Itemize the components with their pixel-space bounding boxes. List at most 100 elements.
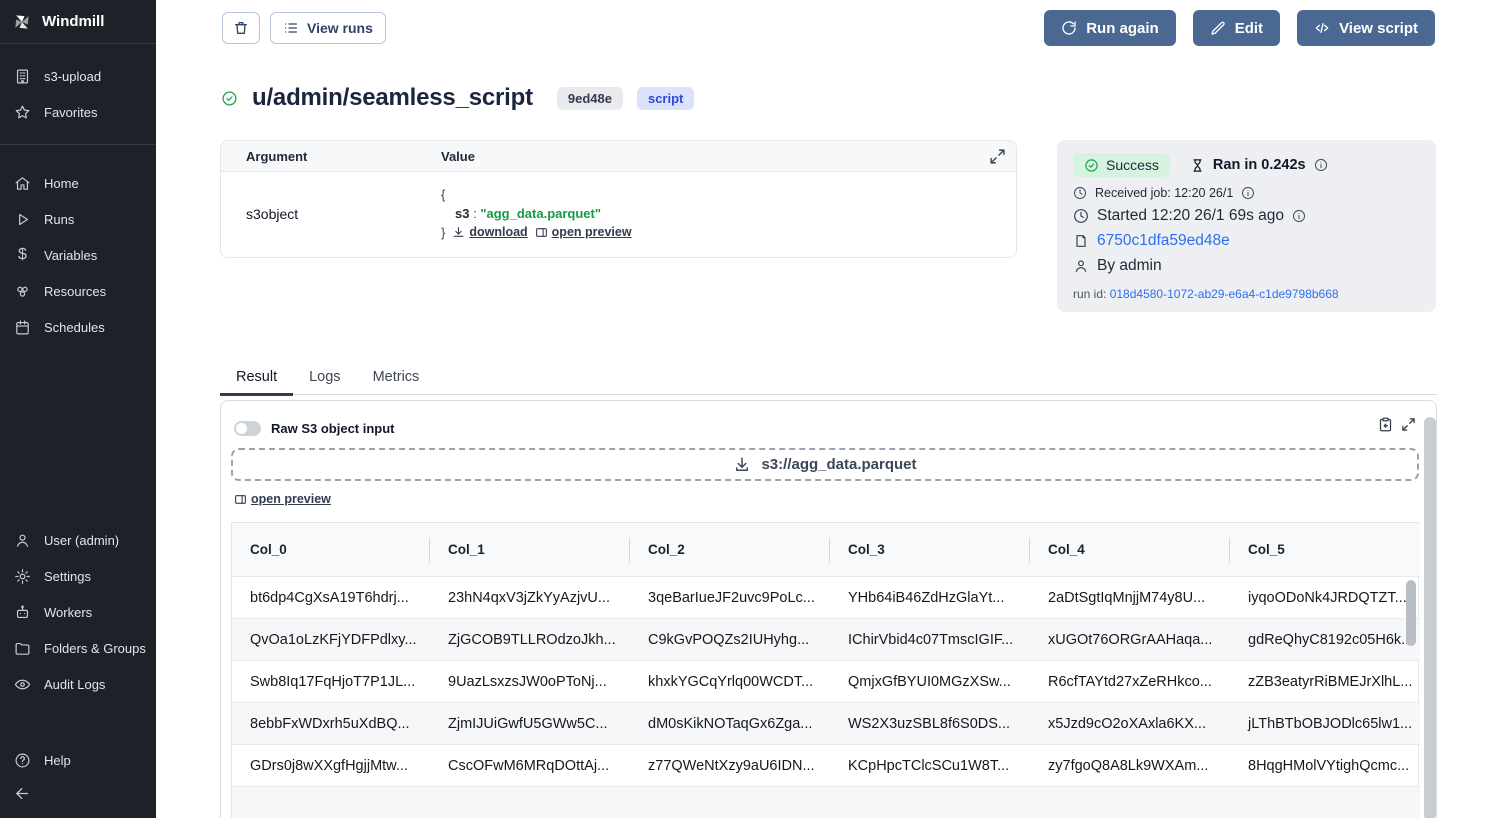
open-preview-link[interactable]: open preview [535,223,632,242]
sidebar-item-schedules[interactable]: Schedules [0,309,156,345]
table-cell: khxkYGCqYrlq00WCDT... [630,661,830,703]
sidebar-item-favorites[interactable]: Favorites [0,94,156,130]
sidebar-item-label: Variables [44,248,97,263]
app-name: Windmill [42,13,104,30]
edit-button[interactable]: Edit [1193,10,1280,46]
sidebar-item-settings[interactable]: Settings [0,558,156,594]
argument-column-header: Argument [221,149,441,164]
table-cell [232,787,430,818]
sidebar-item-label: Runs [44,212,74,227]
app-logo[interactable]: Windmill [0,0,156,44]
json-open-brace: { [441,185,632,204]
panel-preview-icon [234,493,247,506]
copy-clipboard-icon[interactable] [1378,417,1393,432]
sidebar-item-s3-upload[interactable]: s3-upload [0,58,156,94]
expand-arguments-button[interactable] [989,148,1006,165]
home-icon [14,175,31,192]
view-script-button[interactable]: View script [1297,10,1435,46]
sidebar-item-folders-groups[interactable]: Folders & Groups [0,630,156,666]
argument-name: s3object [221,206,441,222]
maximize-icon [989,148,1006,165]
job-hash-link[interactable]: 6750c1dfa59ed48e [1097,232,1230,250]
sidebar-item-audit-logs[interactable]: Audit Logs [0,666,156,702]
table-cell: zZB3eatyrRiBMEJrXlhL... [1230,661,1420,703]
sidebar: Windmill s3-upload Favorites Home Runs [0,0,156,818]
star-icon [14,104,31,121]
table-cell: ZjGCOB9TLLROdzoJkh... [430,619,630,661]
sidebar-collapse-button[interactable] [0,778,156,808]
status-badge: Success [1073,153,1170,177]
info-icon[interactable] [1314,158,1328,172]
result-card-actions [1378,417,1416,432]
table-cell: QvOa1oLzKFjYDFPdlxy... [232,619,430,661]
pencil-icon [1210,20,1226,36]
table-cell: 2aDtSgtIqMnjjM74y8U... [1030,577,1230,619]
download-label: download [469,223,527,242]
tab-result[interactable]: Result [220,366,293,394]
preview-row: open preview [234,492,1426,511]
table-scrollbar[interactable] [1406,580,1416,646]
column-header-col4[interactable]: Col_4 [1030,523,1230,577]
view-runs-label: View runs [307,20,373,36]
result-scrollbar[interactable] [1424,417,1436,818]
table-cell: IChirVbid4c07TmscIGIF... [830,619,1030,661]
sidebar-item-label: Settings [44,569,91,584]
json-close-brace: } [441,223,445,242]
run-id-link[interactable]: 018d4580-1072-ab29-e6a4-c1de9798b668 [1110,287,1339,301]
sidebar-item-runs[interactable]: Runs [0,201,156,237]
sidebar-item-label: Home [44,176,79,191]
tab-metrics[interactable]: Metrics [357,366,436,394]
table-row: 8ebbFxWDxrh5uXdBQ... ZjmIJUiGwfU5GWw5C..… [232,703,1420,745]
tab-logs[interactable]: Logs [293,366,356,394]
json-value: "agg_data.parquet" [480,206,601,221]
table-cell: 8ebbFxWDxrh5uXdBQ... [232,703,430,745]
trash-icon [233,20,249,36]
table-cell: z77QWeNtXzy9aU6IDN... [630,745,830,787]
column-header-col3[interactable]: Col_3 [830,523,1030,577]
sidebar-item-home[interactable]: Home [0,165,156,201]
open-preview-link[interactable]: open preview [234,492,331,506]
sidebar-item-resources[interactable]: Resources [0,273,156,309]
check-circle-icon [1084,158,1099,173]
status-badge-label: Success [1106,157,1159,173]
table-cell [1030,787,1230,818]
column-header-col5[interactable]: Col_5 [1230,523,1420,577]
person-icon [1073,258,1089,274]
s3-file-download-box[interactable]: s3://agg_data.parquet [231,448,1419,481]
sidebar-item-help[interactable]: Help [0,742,156,778]
table-cell: C9kGvPOQZs2IUHyhg... [630,619,830,661]
delete-run-button[interactable] [222,12,260,44]
info-icon[interactable] [1241,186,1255,200]
info-icon[interactable] [1292,209,1306,223]
page-header: u/admin/seamless_script 9ed48e script [221,84,694,112]
argument-row: s3object { s3 : "agg_data.parquet" } dow… [221,172,1016,257]
column-header-col1[interactable]: Col_1 [430,523,630,577]
table-cell: R6cfTAYtd27xZeRHkco... [1030,661,1230,703]
table-cell [1230,787,1420,818]
page-title: u/admin/seamless_script [252,84,533,112]
sidebar-item-user[interactable]: User (admin) [0,522,156,558]
json-key: s3 [455,206,469,221]
sidebar-item-workers[interactable]: Workers [0,594,156,630]
sidebar-item-label: Schedules [44,320,105,335]
column-header-col0[interactable]: Col_0 [232,523,430,577]
table-cell: 9UazLsxzsJW0oPToNj... [430,661,630,703]
edit-label: Edit [1235,20,1263,37]
run-author: By admin [1097,257,1162,275]
s3-file-link: s3://agg_data.parquet [761,456,916,473]
table-cell [630,787,830,818]
raw-s3-toggle[interactable] [234,421,261,436]
table-cell: WS2X3uzSBL8f6S0DS... [830,703,1030,745]
run-again-button[interactable]: Run again [1044,10,1176,46]
expand-result-icon[interactable] [1401,417,1416,432]
building-icon [14,68,31,85]
run-id-label: run id: [1073,287,1106,301]
table-cell: gdReQhyC8192c05H6k.. [1230,619,1420,661]
view-runs-button[interactable]: View runs [270,12,386,44]
version-hash-badge: 9ed48e [557,87,623,110]
column-header-col2[interactable]: Col_2 [630,523,830,577]
sidebar-item-variables[interactable]: $ Variables [0,237,156,273]
view-script-label: View script [1339,20,1418,37]
download-link[interactable]: download [452,223,527,242]
top-actions-right: Run again Edit View script [1044,10,1435,46]
